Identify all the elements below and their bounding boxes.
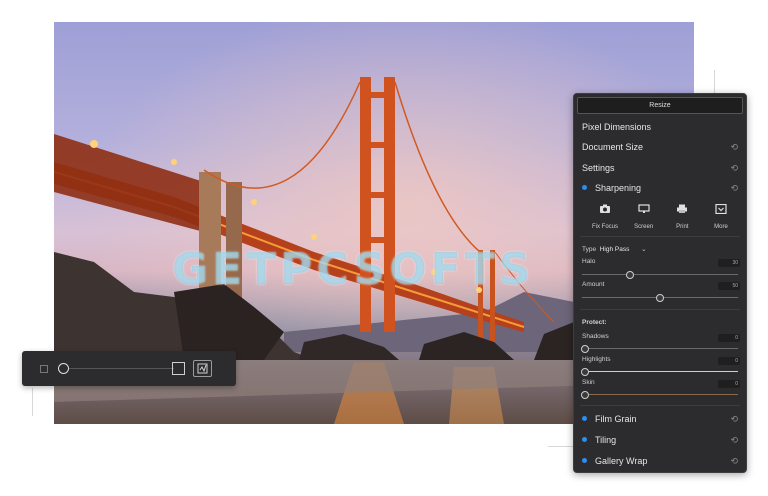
halo-slider-handle[interactable]: [626, 271, 634, 279]
amount-slider-handle[interactable]: [656, 294, 664, 302]
halo-label: Halo: [582, 258, 596, 265]
type-select[interactable]: Type High Pass ⌄: [582, 245, 647, 253]
protect-label: Protect:: [582, 319, 607, 326]
preset-label: More: [714, 224, 728, 230]
tiling-label: Tiling: [595, 435, 617, 445]
type-label: Type: [582, 246, 597, 253]
preset-print[interactable]: Print: [663, 204, 701, 230]
preset-screen[interactable]: Screen: [625, 204, 663, 230]
preset-fix-focus[interactable]: Fix Focus: [586, 204, 624, 230]
watermark-text: GETPCSOFTS: [172, 244, 535, 295]
divider: [580, 309, 740, 310]
skin-value-field[interactable]: 0: [718, 380, 740, 388]
gallery-wrap-row[interactable]: Gallery Wrap ⟲: [582, 452, 742, 470]
preset-label: Fix Focus: [591, 224, 618, 230]
shadows-value-field[interactable]: 0: [718, 334, 740, 342]
film-grain-row[interactable]: Film Grain ⟲: [582, 410, 742, 428]
divider: [714, 70, 715, 94]
shadows-slider[interactable]: [581, 345, 738, 353]
divider: [580, 236, 740, 237]
pixel-dimensions-label: Pixel Dimensions: [582, 122, 652, 132]
shadows-label: Shadows: [582, 333, 609, 340]
zoom-slider-handle[interactable]: [58, 363, 69, 374]
film-grain-label: Film Grain: [595, 414, 637, 424]
document-size-label: Document Size: [582, 142, 644, 152]
amount-label: Amount: [582, 281, 605, 288]
monitor-icon: [638, 204, 650, 213]
preset-label: Print: [676, 224, 689, 230]
skin-label: Skin: [582, 379, 595, 386]
sharpening-label: Sharpening: [595, 183, 642, 193]
gallery-wrap-label: Gallery Wrap: [595, 456, 648, 466]
undo-icon[interactable]: ⟲: [730, 431, 738, 449]
sharpening-row[interactable]: Sharpening ⟲: [582, 179, 742, 197]
enabled-dot-icon[interactable]: [582, 437, 587, 442]
resize-panel: Resize Pixel Dimensions Document Size ⟲ …: [573, 93, 747, 473]
panel-header[interactable]: Resize: [577, 97, 743, 114]
printer-icon: [677, 204, 688, 213]
chevron-down-icon: ⌄: [641, 246, 647, 253]
undo-icon[interactable]: ⟲: [730, 452, 738, 470]
settings-row[interactable]: Settings ⟲: [582, 159, 742, 177]
settings-label: Settings: [582, 163, 615, 173]
highlights-slider-handle[interactable]: [581, 368, 589, 376]
undo-icon[interactable]: ⟲: [730, 138, 738, 156]
camera-icon: [600, 204, 610, 213]
zoom-out-icon[interactable]: [40, 365, 48, 373]
highlights-slider[interactable]: [581, 368, 738, 376]
type-value: High Pass: [599, 246, 630, 253]
skin-slider[interactable]: [581, 391, 738, 399]
pixel-dimensions-row[interactable]: Pixel Dimensions: [582, 118, 742, 136]
undo-icon[interactable]: ⟲: [730, 179, 738, 197]
zoom-in-icon[interactable]: [172, 362, 185, 375]
sharpening-presets: Fix Focus Screen Print More: [586, 204, 740, 230]
enabled-dot-icon[interactable]: [582, 185, 587, 190]
enabled-dot-icon[interactable]: [582, 458, 587, 463]
divider: [548, 446, 573, 447]
preset-more[interactable]: More: [702, 204, 740, 230]
skin-slider-handle[interactable]: [581, 391, 589, 399]
screen: GETPCSOFTS Resize Pixel Dimensions Docum…: [0, 0, 768, 496]
zoom-slider[interactable]: [62, 368, 174, 369]
document-size-row[interactable]: Document Size ⟲: [582, 138, 742, 156]
halo-value-field[interactable]: 30: [718, 259, 740, 267]
enabled-dot-icon[interactable]: [582, 416, 587, 421]
fit-to-screen-button[interactable]: [193, 360, 212, 377]
zoom-toolbar: [22, 351, 236, 386]
shadows-slider-handle[interactable]: [581, 345, 589, 353]
preset-label: Screen: [634, 224, 654, 230]
amount-value-field[interactable]: 50: [718, 282, 740, 290]
highlights-value-field[interactable]: 0: [718, 357, 740, 365]
undo-icon[interactable]: ⟲: [730, 410, 738, 428]
undo-icon[interactable]: ⟲: [730, 159, 738, 177]
tiling-row[interactable]: Tiling ⟲: [582, 431, 742, 449]
halo-slider[interactable]: [582, 271, 738, 279]
divider: [32, 388, 33, 416]
more-icon: [715, 204, 727, 214]
fit-icon: [197, 363, 208, 374]
amount-slider[interactable]: [582, 294, 738, 302]
highlights-label: Highlights: [582, 356, 611, 363]
divider: [580, 405, 740, 406]
